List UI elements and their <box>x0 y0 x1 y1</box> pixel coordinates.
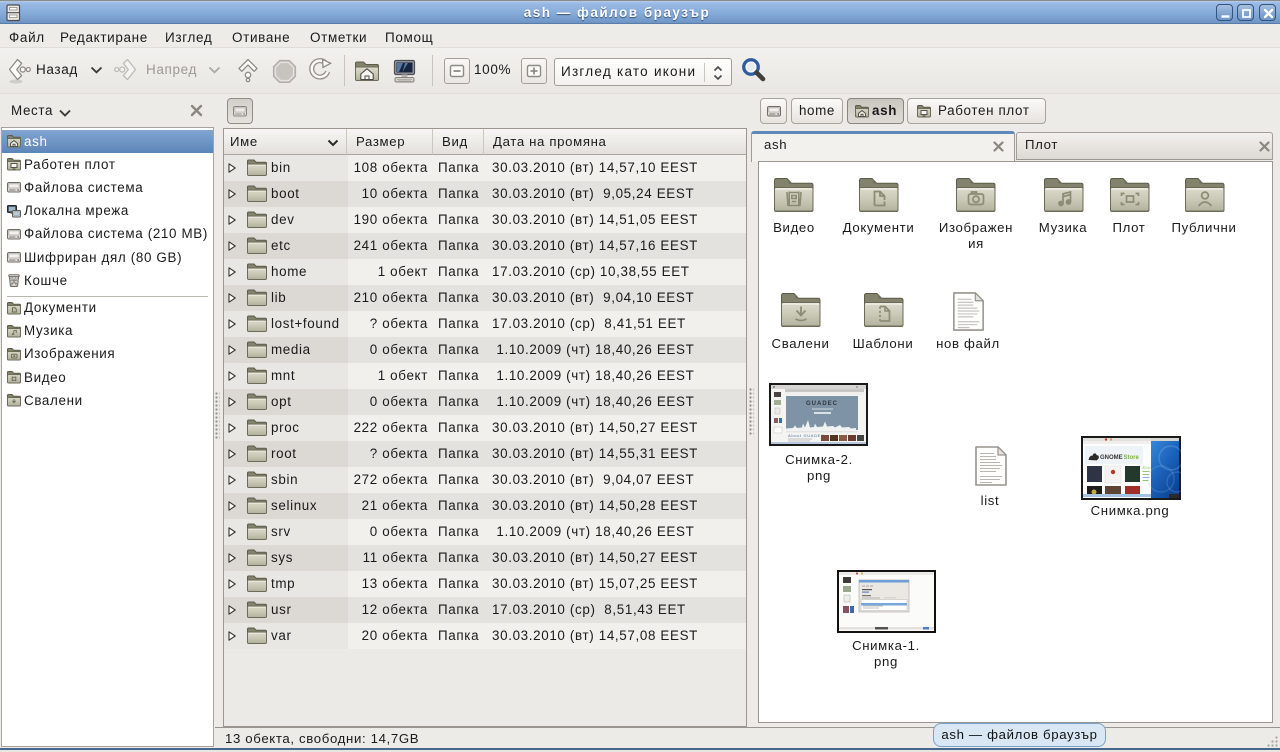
svg-text:GUADEC: GUADEC <box>806 401 838 407</box>
svg-text:Store: Store <box>1124 455 1140 461</box>
svg-text:About GUADEC: About GUADEC <box>788 433 824 438</box>
svg-text:GNOME: GNOME <box>1100 455 1123 461</box>
